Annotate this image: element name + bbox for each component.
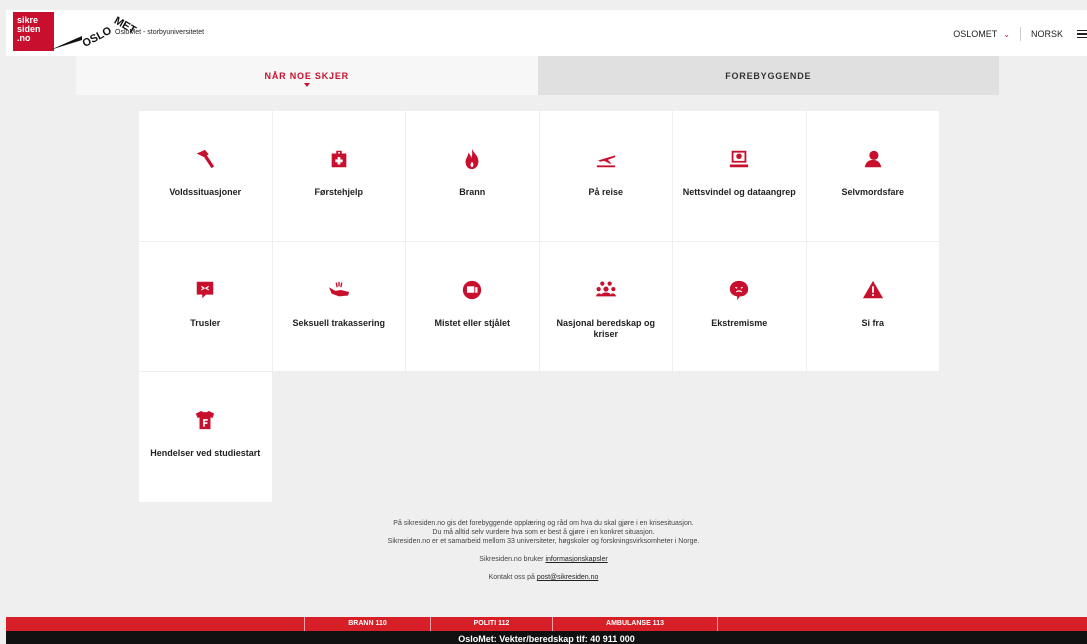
emergency-numbers-bar: BRANN 110 POLITI 112 AMBULANSE 113 — [6, 617, 1087, 631]
footer-info: På sikresiden.no gis det forebyggende op… — [0, 519, 1087, 582]
nav-divider — [1019, 27, 1021, 41]
active-tab-caret-icon — [303, 83, 310, 87]
warning-icon — [860, 278, 886, 302]
first-aid-kit-icon — [326, 147, 352, 171]
airplane-icon — [593, 147, 619, 171]
cookies-link[interactable]: informasjonskapsler — [545, 556, 607, 563]
org-menu[interactable]: OSLOMET — [953, 29, 997, 39]
group-icon — [593, 278, 619, 302]
emergency-police[interactable]: POLITI 112 — [431, 617, 552, 631]
angry-speech-icon — [726, 278, 752, 302]
tile-brann[interactable]: Brann — [406, 111, 539, 241]
tab-bar: NÅR NOE SKJER FOREBYGGENDE — [76, 56, 999, 95]
threat-speech-icon — [192, 278, 218, 302]
tile-pa-reise[interactable]: På reise — [539, 111, 672, 241]
spacer-left — [6, 617, 304, 631]
tile-nettsvindel[interactable]: Nettsvindel og dataangrep — [673, 111, 806, 241]
tshirt-icon — [192, 408, 218, 432]
fire-icon — [459, 147, 485, 171]
tile-voldssituasjoner[interactable]: Voldssituasjoner — [139, 111, 272, 241]
tile-trusler[interactable]: Trusler — [139, 241, 272, 371]
person-icon — [860, 147, 886, 171]
chevron-down-icon[interactable]: ⌄ — [1003, 30, 1010, 39]
info-line-3: Sikresiden.no er et samarbeid mellom 33 … — [387, 538, 700, 545]
contact-line: Kontakt oss på post@sikresiden.no — [488, 574, 599, 581]
lost-device-icon — [459, 278, 485, 302]
hamburger-menu-icon[interactable] — [1077, 29, 1087, 39]
hammer-icon — [192, 147, 218, 171]
site-header: sikre siden .no OSLO MET OsloMet - storb… — [6, 10, 1087, 56]
security-phone-bar[interactable]: OsloMet: Vekter/beredskap tlf: 40 911 00… — [6, 631, 1087, 644]
tile-ekstremisme[interactable]: Ekstremisme — [673, 241, 806, 371]
emergency-divider — [717, 617, 718, 631]
sikresiden-logo[interactable]: sikre siden .no — [13, 12, 54, 51]
incident-tile-grid: Voldssituasjoner Førstehjelp Brann På re… — [139, 111, 939, 502]
info-line-1: På sikresiden.no gis det forebyggende op… — [393, 520, 694, 527]
cookies-notice: Sikresiden.no bruker informasjonskapsler — [479, 556, 608, 563]
info-line-2: Du må alltid selv vurdere hva som er bes… — [432, 529, 655, 536]
contact-email-link[interactable]: post@sikresiden.no — [537, 574, 599, 581]
tile-selvmordsfare[interactable]: Selvmordsfare — [806, 111, 939, 241]
tile-mistet-eller-stjalet[interactable]: Mistet eller stjålet — [406, 241, 539, 371]
tab-nar-noe-skjer[interactable]: NÅR NOE SKJER — [76, 56, 538, 95]
emergency-fire[interactable]: BRANN 110 — [305, 617, 430, 631]
tile-si-fra[interactable]: Si fra — [806, 241, 939, 371]
site-name[interactable]: OsloMet - storbyuniversitetet — [115, 29, 204, 36]
tile-seksuell-trakassering[interactable]: Seksuell trakassering — [272, 241, 405, 371]
language-selector[interactable]: NORSK — [1031, 29, 1063, 39]
hacker-laptop-icon — [726, 147, 752, 171]
header-nav: OSLOMET ⌄ NORSK — [953, 27, 1087, 41]
svg-text:OSLO: OSLO — [81, 24, 115, 49]
tile-forstehjelp[interactable]: Førstehjelp — [272, 111, 405, 241]
tile-hendelser-ved-studiestart[interactable]: Hendelser ved studiestart — [139, 372, 272, 502]
grabbing-hand-icon — [326, 278, 352, 302]
tile-nasjonal-beredskap[interactable]: Nasjonal beredskap og kriser — [539, 241, 672, 371]
tab-forebyggende[interactable]: FOREBYGGENDE — [537, 56, 999, 95]
emergency-ambulance[interactable]: AMBULANSE 113 — [553, 617, 717, 631]
